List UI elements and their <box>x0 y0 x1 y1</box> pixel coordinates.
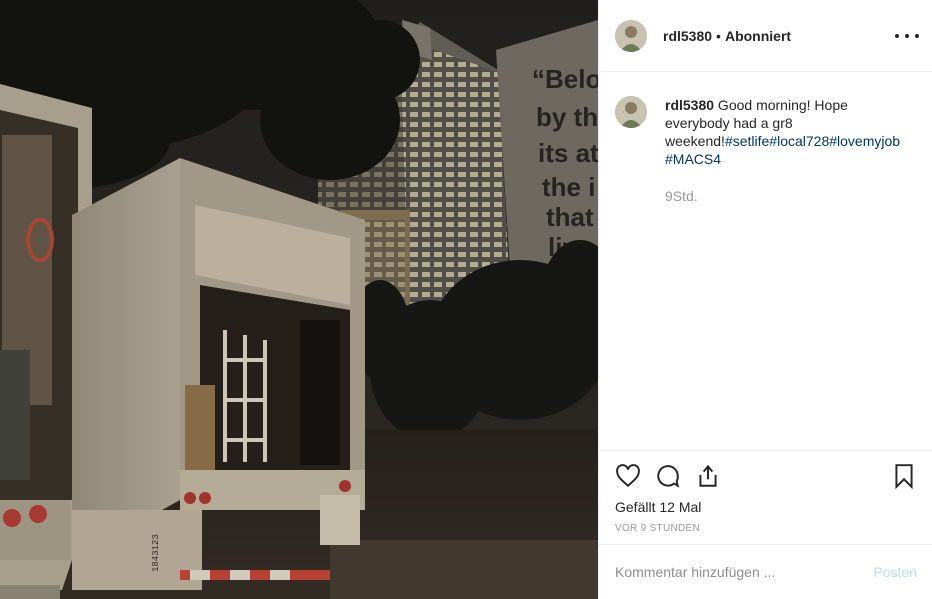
likes-count[interactable]: Gefällt 12 Mal <box>615 499 917 515</box>
comment-input[interactable] <box>615 564 874 580</box>
follow-status-button[interactable]: Abonniert <box>725 28 791 44</box>
caption-avatar[interactable] <box>615 96 647 128</box>
comment-bubble-icon[interactable] <box>655 463 681 489</box>
caption-comment: rdl5380 Good morning! Hope everybody had… <box>615 96 917 168</box>
post-username-link[interactable]: rdl5380 <box>663 28 712 44</box>
actions-area: Gefällt 12 Mal VOR 9 STUNDEN <box>599 450 932 544</box>
caption-username-link[interactable]: rdl5380 <box>665 97 714 113</box>
caption-text: rdl5380 Good morning! Hope everybody had… <box>665 96 915 168</box>
heart-icon[interactable] <box>615 463 641 489</box>
action-bar <box>615 451 917 499</box>
bookmark-icon[interactable] <box>891 463 917 489</box>
hashtag-link[interactable]: #lovemyjob <box>829 133 900 149</box>
comments-section: rdl5380 Good morning! Hope everybody had… <box>599 72 932 450</box>
post-timestamp[interactable]: VOR 9 STUNDEN <box>615 523 917 534</box>
avatar[interactable] <box>615 19 647 52</box>
separator-dot: • <box>716 27 721 44</box>
post-header: rdl5380 • Abonniert <box>599 0 932 72</box>
hashtag-link[interactable]: #local728 <box>769 133 829 149</box>
night-street-photo: “Belo by th its at the i that live <box>0 0 598 599</box>
caption-time[interactable]: 9Std. <box>665 188 917 204</box>
post-photo[interactable]: “Belo by th its at the i that live <box>0 0 598 599</box>
hashtag-link[interactable]: #setlife <box>725 133 769 149</box>
post-comment-button[interactable]: Posten <box>873 564 917 580</box>
share-icon[interactable] <box>695 463 721 489</box>
add-comment-form: Posten <box>599 544 932 599</box>
more-dots-icon[interactable] <box>895 26 919 46</box>
hashtag-link[interactable]: #MACS4 <box>665 151 721 167</box>
post-details-panel: rdl5380 • Abonniert rdl5380 Good morning… <box>598 0 932 599</box>
